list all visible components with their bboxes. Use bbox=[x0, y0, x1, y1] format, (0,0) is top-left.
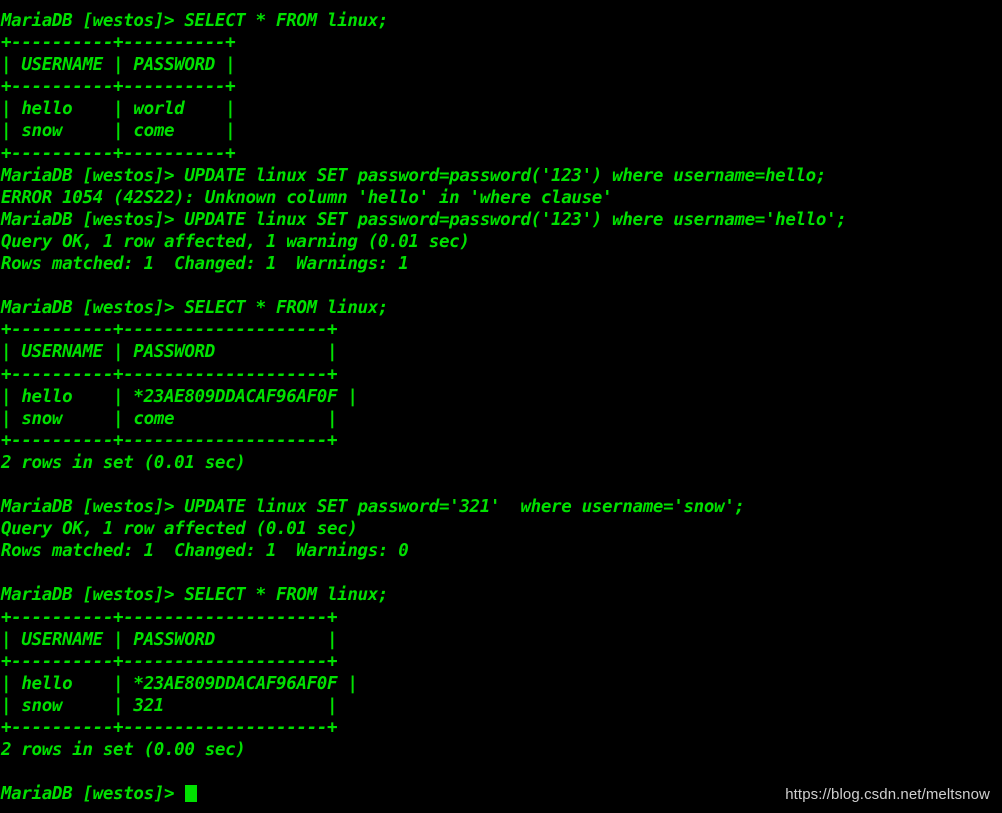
prompt-text: MariaDB [westos]> bbox=[1, 784, 185, 805]
terminal-line: | hello | *23AE809DDACAF96AF0F | bbox=[1, 673, 358, 694]
terminal-line: | hello | *23AE809DDACAF96AF0F | bbox=[1, 386, 358, 407]
terminal-line: +----------+----------+ bbox=[1, 33, 236, 54]
terminal-line: | hello | world | bbox=[1, 99, 236, 120]
terminal-line: | USERNAME | PASSWORD | bbox=[1, 55, 236, 76]
terminal-output: MariaDB [westos]> SELECT * FROM linux; +-… bbox=[0, 10, 1002, 783]
terminal-line: | USERNAME | PASSWORD | bbox=[1, 629, 338, 650]
terminal-line: Rows matched: 1 Changed: 1 Warnings: 1 bbox=[1, 254, 409, 275]
terminal-line: +----------+--------------------+ bbox=[1, 430, 338, 451]
terminal-line: ERROR 1054 (42S22): Unknown column 'hell… bbox=[1, 187, 613, 208]
terminal-line: +----------+--------------------+ bbox=[1, 607, 338, 628]
terminal-line: +----------+--------------------+ bbox=[1, 320, 338, 341]
terminal-line: MariaDB [westos]> UPDATE linux SET passw… bbox=[1, 497, 745, 518]
terminal-line: | snow | come | bbox=[1, 121, 236, 142]
terminal-line: | snow | come | bbox=[1, 408, 338, 429]
terminal-line: MariaDB [westos]> SELECT * FROM linux; bbox=[1, 298, 389, 319]
terminal-line: +----------+--------------------+ bbox=[1, 651, 338, 672]
terminal-line: Rows matched: 1 Changed: 1 Warnings: 0 bbox=[1, 541, 409, 562]
terminal-line: MariaDB [westos]> SELECT * FROM linux; bbox=[1, 585, 389, 606]
watermark-url: https://blog.csdn.net/meltsnow bbox=[785, 786, 990, 803]
terminal-line: 2 rows in set (0.00 sec) bbox=[1, 740, 246, 761]
terminal-line: +----------+----------+ bbox=[1, 143, 236, 164]
terminal-line: Query OK, 1 row affected (0.01 sec) bbox=[1, 519, 358, 540]
terminal-line: | snow | 321 | bbox=[1, 695, 338, 716]
terminal-line: 2 rows in set (0.01 sec) bbox=[1, 452, 246, 473]
terminal-line: +----------+----------+ bbox=[1, 77, 236, 98]
terminal-line: MariaDB [westos]> SELECT * FROM linux; bbox=[1, 11, 389, 31]
terminal-line: MariaDB [westos]> UPDATE linux SET passw… bbox=[1, 209, 847, 230]
terminal-line: Query OK, 1 row affected, 1 warning (0.0… bbox=[1, 231, 470, 252]
terminal-line: +----------+--------------------+ bbox=[1, 364, 338, 385]
terminal-window[interactable]: MariaDB [westos]> SELECT * FROM linux; +-… bbox=[0, 0, 1002, 813]
terminal-line: MariaDB [westos]> UPDATE linux SET passw… bbox=[1, 165, 827, 186]
text-cursor bbox=[185, 785, 198, 803]
terminal-line: | USERNAME | PASSWORD | bbox=[1, 342, 338, 363]
terminal-line: +----------+--------------------+ bbox=[1, 718, 338, 738]
